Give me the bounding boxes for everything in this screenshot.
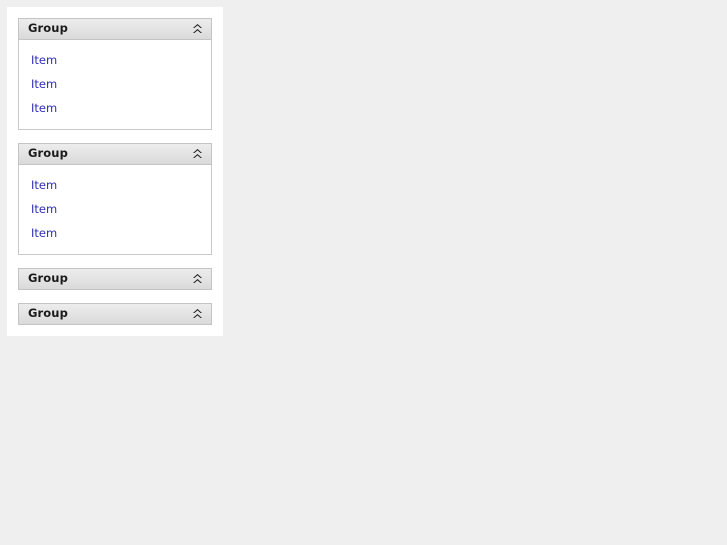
group-header[interactable]: Group bbox=[18, 18, 212, 40]
collapsible-group-panel: Group Item Item Item Group Item Item Item Group G… bbox=[7, 7, 223, 336]
group-body: Item Item Item bbox=[18, 40, 212, 130]
group-title: Group bbox=[28, 308, 68, 320]
group-section: Group Item Item Item bbox=[18, 143, 212, 255]
group-header[interactable]: Group bbox=[18, 303, 212, 325]
group-item-link[interactable]: Item bbox=[19, 197, 211, 221]
group-body: Item Item Item bbox=[18, 165, 212, 255]
group-header[interactable]: Group bbox=[18, 143, 212, 165]
double-chevron-up-icon[interactable] bbox=[192, 148, 203, 161]
group-item-link[interactable]: Item bbox=[19, 221, 211, 245]
double-chevron-up-icon[interactable] bbox=[192, 273, 203, 286]
group-item-link[interactable]: Item bbox=[19, 173, 211, 197]
group-section: Group bbox=[18, 303, 212, 325]
group-item-link[interactable]: Item bbox=[19, 48, 211, 72]
double-chevron-up-icon[interactable] bbox=[192, 23, 203, 36]
group-section: Group Item Item Item bbox=[18, 18, 212, 130]
group-section: Group bbox=[18, 268, 212, 290]
group-header[interactable]: Group bbox=[18, 268, 212, 290]
group-title: Group bbox=[28, 23, 68, 35]
group-title: Group bbox=[28, 273, 68, 285]
group-title: Group bbox=[28, 148, 68, 160]
group-item-link[interactable]: Item bbox=[19, 72, 211, 96]
group-item-link[interactable]: Item bbox=[19, 96, 211, 120]
double-chevron-up-icon[interactable] bbox=[192, 308, 203, 321]
